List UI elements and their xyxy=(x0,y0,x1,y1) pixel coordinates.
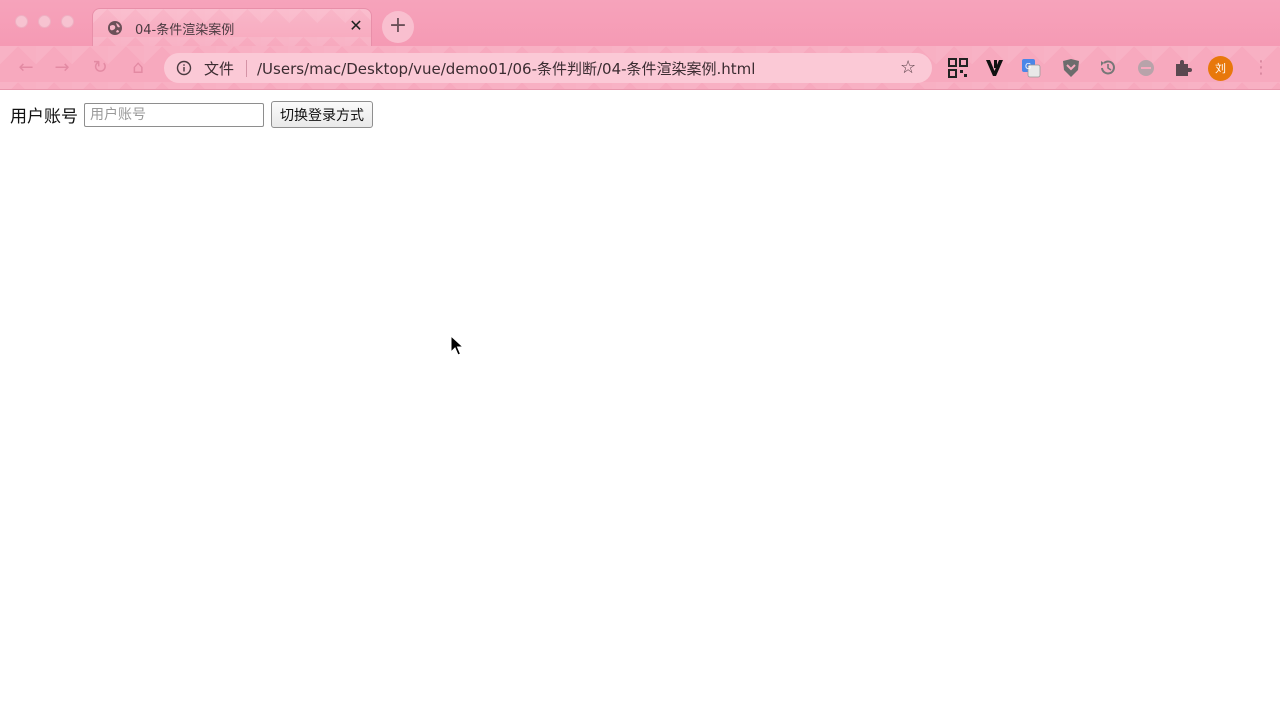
window-close-button[interactable] xyxy=(15,15,28,28)
mouse-cursor-icon xyxy=(450,335,464,356)
address-bar[interactable]: 文件 /Users/mac/Desktop/vue/demo01/06-条件判断… xyxy=(164,53,932,83)
home-icon[interactable]: ⌂ xyxy=(126,56,150,80)
switch-login-method-button[interactable]: 切换登录方式 xyxy=(271,101,373,128)
tab-title: 04-条件渲染案例 xyxy=(135,23,235,38)
browser-toolbar: ← → ↻ ⌂ 文件 /Users/mac/Desktop/vue/demo01… xyxy=(0,46,1280,90)
shield-icon[interactable] xyxy=(1061,58,1081,78)
vue-devtools-icon[interactable] xyxy=(985,58,1005,78)
close-tab-icon[interactable]: ✕ xyxy=(347,17,365,35)
back-arrow-icon[interactable]: ← xyxy=(14,56,38,80)
page-body: 用户账号 切换登录方式 xyxy=(0,90,1280,725)
translate-icon[interactable]: G xyxy=(1021,58,1041,78)
extension-circle-icon[interactable] xyxy=(1136,58,1156,78)
qr-code-icon[interactable] xyxy=(948,58,968,78)
history-icon[interactable] xyxy=(1098,58,1118,78)
forward-arrow-icon[interactable]: → xyxy=(50,56,74,80)
account-input[interactable] xyxy=(84,102,264,127)
address-url[interactable]: /Users/mac/Desktop/vue/demo01/06-条件判断/04… xyxy=(257,58,755,79)
puzzle-icon[interactable] xyxy=(1173,58,1193,78)
account-label: 用户账号 xyxy=(10,107,78,127)
address-scheme-label: 文件 xyxy=(204,60,235,78)
profile-avatar[interactable]: 刘 xyxy=(1208,56,1233,81)
browser-tab-active[interactable]: 04-条件渲染案例 ✕ xyxy=(92,8,372,46)
new-tab-button[interactable]: + xyxy=(382,11,414,43)
login-form-row: 用户账号 切换登录方式 xyxy=(10,101,373,128)
globe-icon xyxy=(108,21,122,35)
bookmark-star-icon[interactable]: ☆ xyxy=(900,57,916,78)
reload-icon[interactable]: ↻ xyxy=(88,56,112,80)
more-menu-icon[interactable]: ⋮ xyxy=(1252,56,1270,80)
address-separator xyxy=(246,60,247,77)
browser-titlebar: 04-条件渲染案例 ✕ + xyxy=(0,0,1280,46)
svg-text:G: G xyxy=(1025,62,1031,71)
info-icon[interactable] xyxy=(176,60,192,76)
window-zoom-button[interactable] xyxy=(61,15,74,28)
window-minimize-button[interactable] xyxy=(38,15,51,28)
